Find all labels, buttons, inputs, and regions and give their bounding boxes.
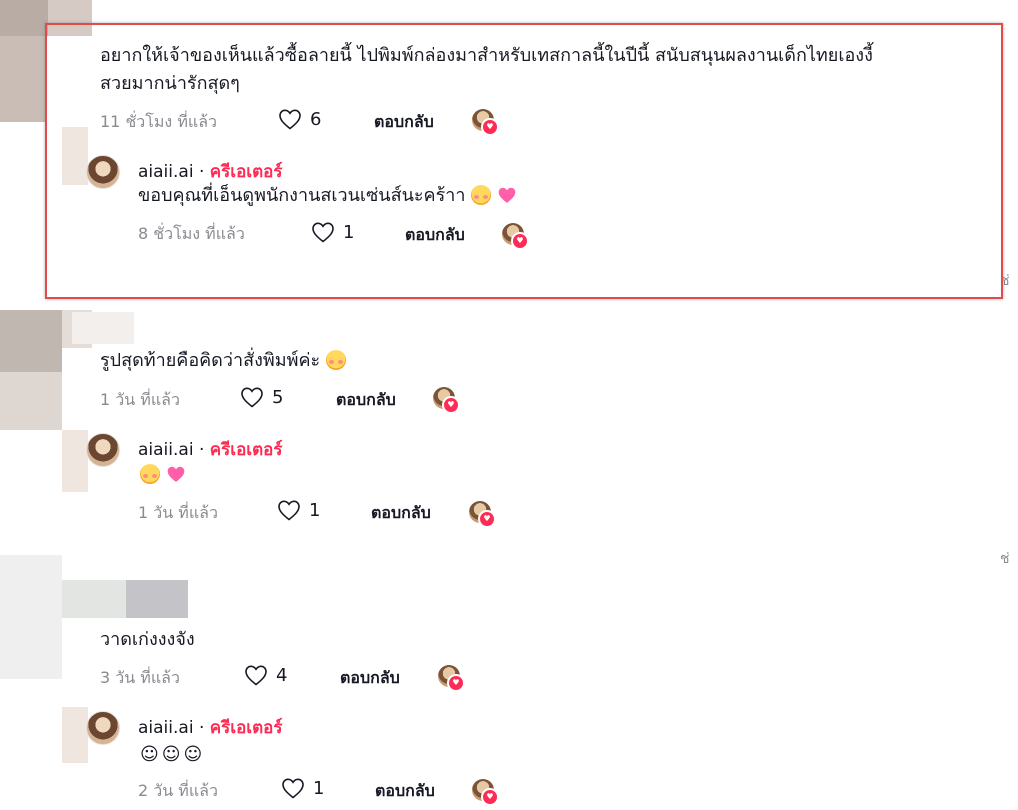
reply-text: ☺☺☺ [140, 744, 206, 765]
pleading-face-icon [140, 464, 160, 484]
creator-liked-icon: ♥ [472, 779, 499, 806]
blurred-avatar [0, 310, 62, 372]
like-count: 6 [310, 108, 322, 130]
pleading-face-icon [471, 185, 492, 205]
reply-button[interactable]: ตอบกลับ [371, 501, 431, 526]
reply-button[interactable]: ตอบกลับ [336, 388, 396, 413]
reply-username-line: aiaii.ai · ครีเอเตอร์ [138, 714, 283, 741]
like-count: 1 [309, 499, 321, 521]
like-count: 1 [343, 221, 355, 243]
blurred-avatar [0, 555, 62, 679]
heart-icon: ♥ [442, 396, 460, 414]
comment-timestamp: 11 ชั่วโมง ที่แล้ว [100, 112, 217, 131]
pink-heart-icon [167, 466, 185, 482]
reply-username-line: aiaii.ai · ครีเอเตอร์ [138, 158, 283, 185]
blurred-avatar [62, 430, 88, 492]
creator-badge: ครีเอเตอร์ [209, 718, 283, 738]
blurred-avatar [62, 707, 88, 763]
like-button[interactable]: 1 [281, 777, 324, 799]
heart-icon [245, 665, 267, 686]
heart-icon [279, 109, 301, 130]
comment-text: รูปสุดท้ายคือคิดว่าสั่งพิมพ์ค่ะ [100, 347, 346, 375]
reply-text [140, 461, 186, 489]
comment-text: อยากให้เจ้าของเห็นแล้วซื้อลายนี้ ไปพิมพ์… [100, 45, 873, 66]
blurred-avatar [126, 580, 188, 618]
reply-username-line: aiaii.ai · ครีเอเตอร์ [138, 436, 283, 463]
pink-heart-icon [498, 187, 516, 203]
reply-username[interactable]: aiaii.ai [138, 440, 194, 460]
like-count: 1 [313, 777, 325, 799]
heart-icon [312, 222, 334, 243]
heart-icon [282, 778, 304, 799]
creator-liked-icon: ♥ [502, 223, 529, 250]
avatar[interactable] [86, 433, 120, 467]
reply-timestamp: 2 วัน ที่แล้ว [138, 781, 218, 800]
blurred-avatar [62, 580, 126, 618]
blurred-avatar [48, 0, 92, 36]
heart-icon: ♥ [478, 510, 496, 528]
reply-username[interactable]: aiaii.ai [138, 162, 194, 182]
like-button[interactable]: 4 [244, 664, 287, 686]
avatar[interactable] [86, 155, 120, 189]
separator: · [193, 440, 210, 460]
reply-username[interactable]: aiaii.ai [138, 718, 194, 738]
heart-icon [241, 387, 263, 408]
separator: · [193, 718, 210, 738]
blurred-avatar [62, 127, 88, 185]
creator-liked-icon: ♥ [438, 665, 465, 692]
comment-timestamp: 3 วัน ที่แล้ว [100, 668, 180, 687]
reply-timestamp: 1 วัน ที่แล้ว [138, 503, 218, 522]
reply-text: ขอบคุณที่เอ็นดูพนักงานสเวนเซ่นส์นะคร้าา [138, 182, 517, 210]
reply-button[interactable]: ตอบกลับ [375, 779, 435, 804]
reply-button[interactable]: ตอบกลับ [405, 223, 465, 248]
like-button[interactable]: 1 [311, 221, 354, 243]
blurred-avatar [0, 372, 62, 430]
truncated-side-text: ช่ [1000, 551, 1010, 567]
creator-badge: ครีเอเตอร์ [209, 440, 283, 460]
heart-icon: ♥ [481, 118, 499, 136]
comment-text-content: รูปสุดท้ายคือคิดว่าสั่งพิมพ์ค่ะ [100, 350, 321, 371]
like-count: 4 [276, 664, 288, 686]
comment-timestamp: 1 วัน ที่แล้ว [100, 390, 180, 409]
heart-icon: ♥ [511, 232, 529, 250]
like-button[interactable]: 5 [240, 386, 283, 408]
like-count: 5 [272, 386, 284, 408]
comment-text: สวยมากน่ารักสุดๆ [100, 73, 240, 94]
separator: · [193, 162, 210, 182]
comments-panel: อยากให้เจ้าของเห็นแล้วซื้อลายนี้ ไปพิมพ์… [0, 0, 1018, 810]
blurred-avatar [0, 36, 45, 122]
heart-icon: ♥ [447, 674, 465, 692]
creator-badge: ครีเอเตอร์ [209, 162, 283, 182]
heart-icon: ♥ [481, 788, 499, 806]
creator-liked-icon: ♥ [472, 109, 499, 136]
comment-text: วาดเก่งงงจัง [100, 629, 195, 650]
creator-liked-icon: ♥ [433, 387, 460, 414]
like-button[interactable]: 1 [277, 499, 320, 521]
creator-liked-icon: ♥ [469, 501, 496, 528]
reply-button[interactable]: ตอบกลับ [340, 666, 400, 691]
smiling-face-with-hearts-icon [325, 350, 346, 370]
reply-timestamp: 8 ชั่วโมง ที่แล้ว [138, 224, 245, 243]
blurred-avatar [0, 0, 48, 36]
reply-text-content: ขอบคุณที่เอ็นดูพนักงานสเวนเซ่นส์นะคร้าา [138, 185, 466, 206]
heart-icon [278, 500, 300, 521]
avatar[interactable] [86, 711, 120, 745]
like-button[interactable]: 6 [278, 108, 321, 130]
blurred-avatar [72, 312, 134, 344]
truncated-side-text: ช่ [1000, 273, 1010, 289]
reply-button[interactable]: ตอบกลับ [374, 110, 434, 135]
